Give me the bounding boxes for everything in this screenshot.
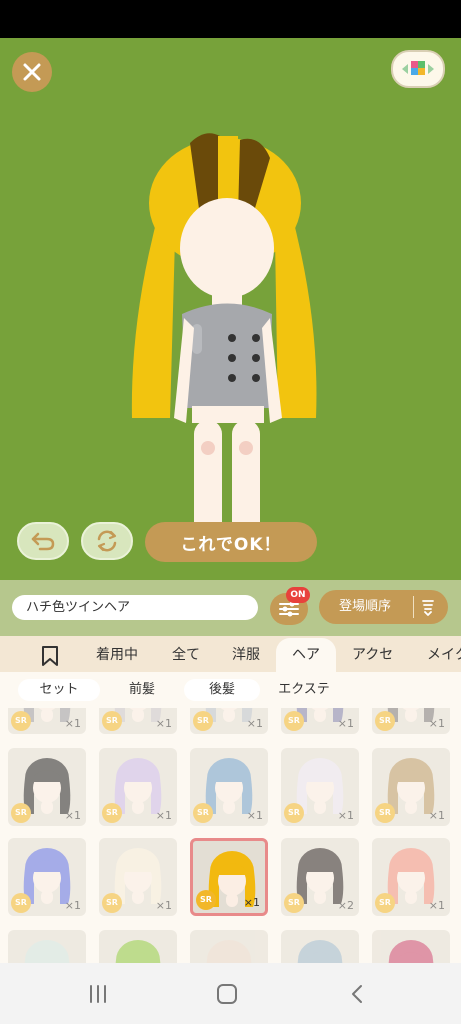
hair-item-card[interactable]: SR ×1: [8, 838, 86, 916]
rarity-badge: SR: [102, 803, 122, 823]
hair-item-card-selected[interactable]: SR ×1: [190, 838, 268, 916]
hair-item-card[interactable]: SR ×1: [372, 748, 450, 826]
close-icon: [23, 63, 41, 81]
home-icon[interactable]: [216, 983, 238, 1005]
item-count: ×1: [243, 896, 260, 909]
hair-item-card[interactable]: SR ×1: [8, 748, 86, 826]
color-palette-icon: [402, 61, 434, 75]
tab-makeup[interactable]: メイク: [427, 636, 461, 672]
hair-subtabs: セット 前髪 後髪 エクステ: [0, 672, 461, 708]
hair-item-card[interactable]: SR ×1: [372, 838, 450, 916]
refresh-icon: [97, 530, 117, 552]
rarity-badge: SR: [375, 803, 395, 823]
hair-item-card[interactable]: SR ×1: [99, 708, 177, 734]
rarity-badge: SR: [196, 890, 216, 910]
rarity-badge: SR: [375, 711, 395, 731]
sort-order-label: 登場順序: [339, 599, 392, 614]
subtab-back-hair[interactable]: 後髪: [184, 679, 260, 701]
item-count: ×1: [337, 809, 354, 822]
hair-item-card[interactable]: SR ×1: [281, 708, 359, 734]
rarity-badge: SR: [375, 893, 395, 913]
sort-divider: [413, 596, 414, 618]
item-count: ×1: [428, 899, 445, 912]
color-palette-button[interactable]: [391, 50, 445, 88]
character-avatar: [131, 133, 317, 558]
sort-toggle-icon[interactable]: [421, 598, 435, 616]
rarity-badge: SR: [284, 711, 304, 731]
rarity-badge: SR: [11, 711, 31, 731]
rarity-badge: SR: [11, 893, 31, 913]
item-count: ×1: [64, 899, 81, 912]
hair-item-card[interactable]: SR ×2: [281, 838, 359, 916]
hair-item-card[interactable]: [372, 930, 450, 963]
tab-accessories[interactable]: アクセ: [352, 636, 393, 672]
hair-item-card[interactable]: [281, 930, 359, 963]
item-count: ×1: [155, 809, 172, 822]
hair-thumbnail: [388, 940, 434, 963]
rarity-badge: SR: [102, 711, 122, 731]
reset-button[interactable]: [81, 522, 133, 560]
subtab-bangs[interactable]: 前髪: [110, 679, 174, 701]
item-grid: SR ×1 SR ×1 SR ×1 SR ×1 SR ×1 SR ×1 SR ×1 SR ×1 SR ×1 SR ×1…: [0, 708, 461, 963]
filter-on-badge: ON: [286, 587, 310, 603]
rarity-badge: SR: [193, 711, 213, 731]
item-count: ×1: [155, 717, 172, 730]
status-bar: [0, 0, 461, 38]
undo-button[interactable]: [17, 522, 69, 560]
hair-item-card[interactable]: SR ×1: [372, 708, 450, 734]
hair-thumbnail: [297, 940, 343, 963]
hair-item-card[interactable]: [99, 930, 177, 963]
rarity-badge: SR: [193, 803, 213, 823]
item-count: ×1: [155, 899, 172, 912]
search-row: ハチ色ツインヘア ON 登場順序: [0, 580, 461, 636]
rarity-badge: SR: [284, 803, 304, 823]
item-count: ×1: [337, 717, 354, 730]
bookmark-icon: [42, 646, 58, 666]
hair-item-card[interactable]: SR ×1: [281, 748, 359, 826]
rarity-badge: SR: [11, 803, 31, 823]
sort-order-button[interactable]: 登場順序: [319, 590, 448, 624]
hair-item-card[interactable]: [8, 930, 86, 963]
rarity-badge: SR: [102, 893, 122, 913]
back-icon[interactable]: [347, 983, 369, 1005]
item-count: ×1: [428, 809, 445, 822]
hair-item-card[interactable]: SR ×1: [99, 748, 177, 826]
hair-item-card[interactable]: SR ×1: [190, 748, 268, 826]
hair-item-card[interactable]: [190, 930, 268, 963]
hair-item-card[interactable]: SR ×1: [99, 838, 177, 916]
tab-wearing[interactable]: 着用中: [96, 636, 138, 672]
item-count: ×1: [64, 717, 81, 730]
tab-all[interactable]: 全て: [172, 636, 200, 672]
close-button[interactable]: [12, 52, 52, 92]
tab-hair[interactable]: ヘア: [292, 636, 320, 672]
hair-thumbnail: [24, 940, 70, 963]
item-count: ×1: [246, 717, 263, 730]
hair-thumbnail: [206, 940, 252, 963]
undo-icon: [31, 532, 55, 551]
hair-thumbnail: [115, 940, 161, 963]
item-count: ×1: [246, 809, 263, 822]
system-nav-bar: [0, 963, 461, 1024]
subtab-extensions[interactable]: エクステ: [270, 679, 338, 701]
tab-clothes[interactable]: 洋服: [232, 636, 260, 672]
hair-item-card[interactable]: SR ×1: [8, 708, 86, 734]
hair-item-card[interactable]: SR ×1: [190, 708, 268, 734]
item-count: ×1: [428, 717, 445, 730]
confirm-ok-button[interactable]: これでOK！: [145, 522, 317, 562]
item-count: ×1: [64, 809, 81, 822]
subtab-set[interactable]: セット: [18, 679, 100, 701]
rarity-badge: SR: [284, 893, 304, 913]
category-tabs: 着用中 全て 洋服 ヘア アクセ メイク: [0, 636, 461, 674]
recent-apps-icon[interactable]: [87, 983, 109, 1005]
character-stage: これでOK！: [0, 38, 461, 580]
search-input[interactable]: ハチ色ツインヘア: [12, 595, 258, 620]
item-count: ×2: [337, 899, 354, 912]
